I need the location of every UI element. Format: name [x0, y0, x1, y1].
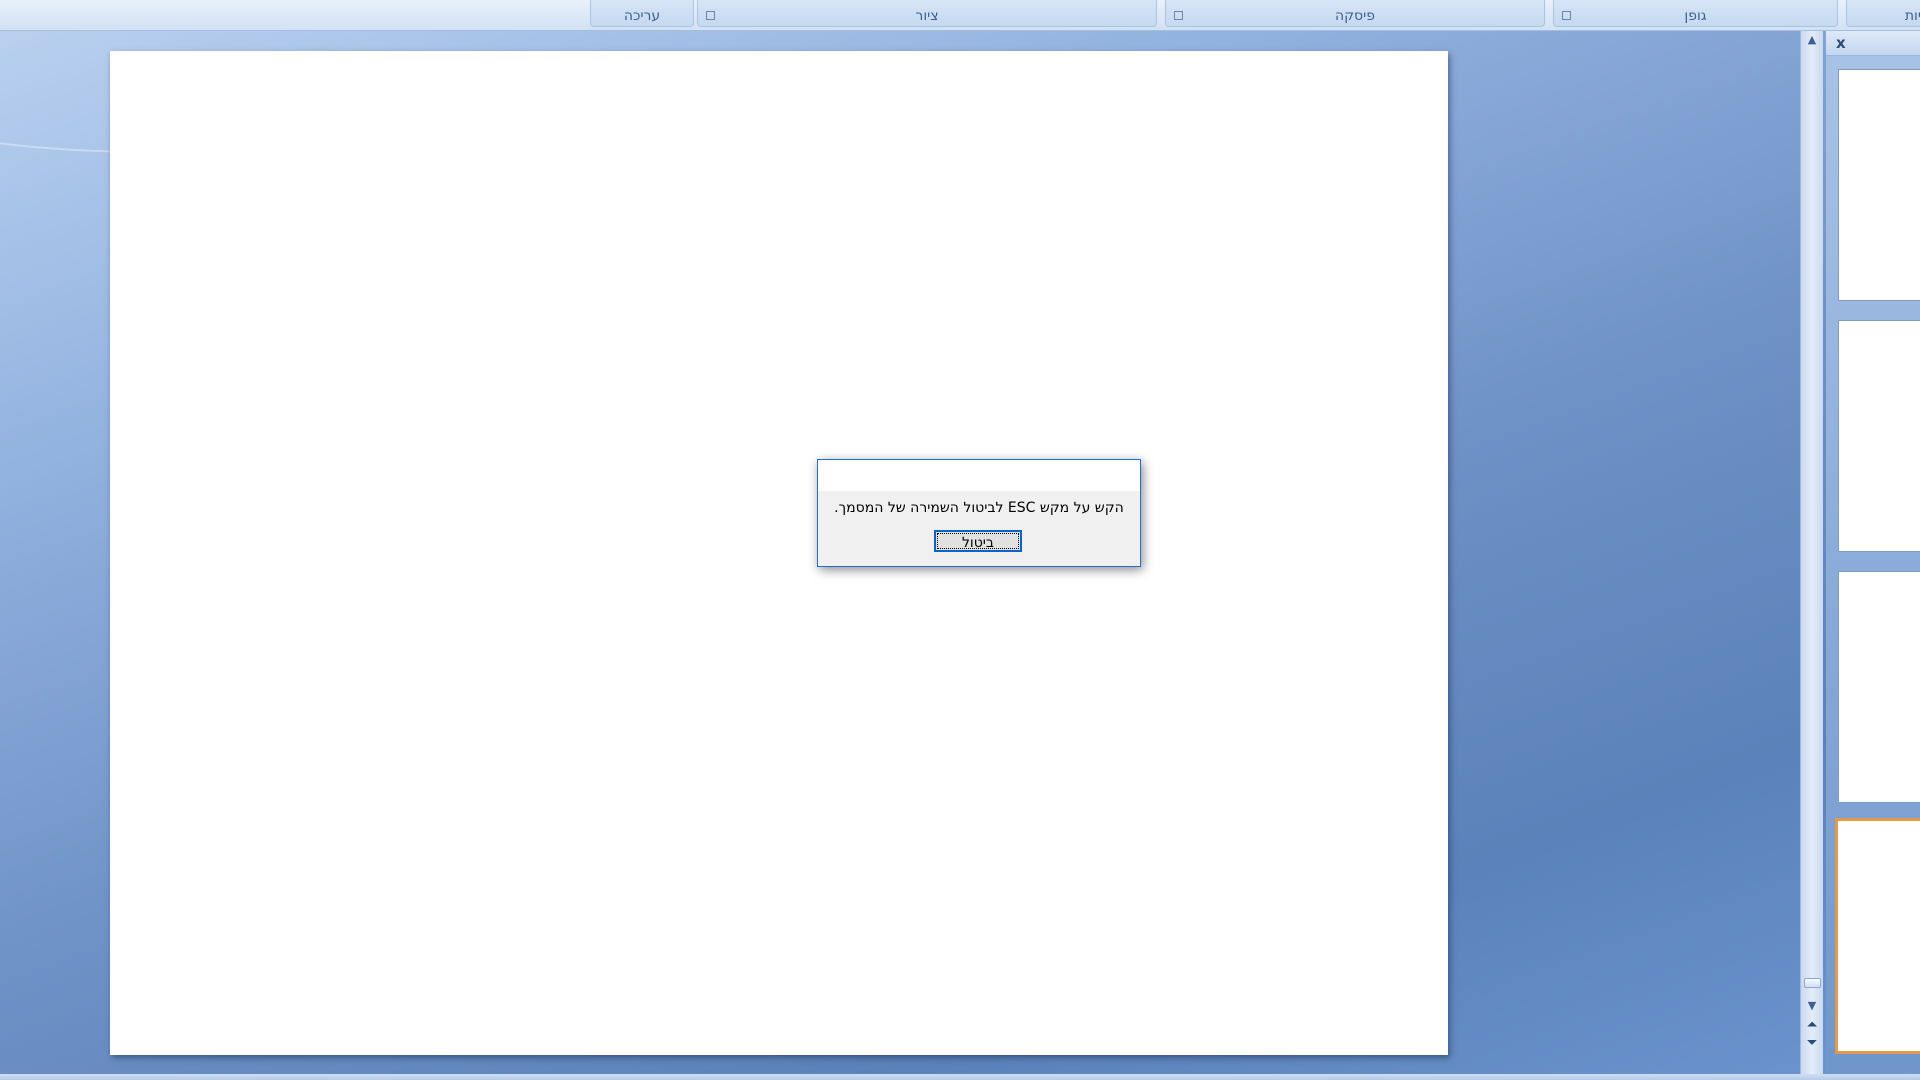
scroll-down-arrow-icon[interactable]: ▼ — [1801, 997, 1823, 1015]
dialog-message: הקש על מקש ESC לביטול השמירה של המסמך. — [834, 500, 1124, 516]
scroll-up-arrow-icon[interactable]: ▲ — [1801, 31, 1823, 49]
slide-thumbnail-4-selected[interactable] — [1835, 818, 1920, 1054]
close-pane-icon[interactable]: x — [1836, 34, 1846, 52]
scrollbar-thumb[interactable] — [1804, 978, 1821, 988]
status-bar-edge — [0, 1074, 1920, 1080]
slide-thumbnail-3[interactable] — [1838, 571, 1920, 803]
save-cancel-dialog: הקש על מקש ESC לביטול השמירה של המסמך. ב… — [817, 459, 1141, 567]
cancel-button[interactable]: ביטול — [934, 530, 1022, 552]
pane-header: x — [1826, 31, 1920, 56]
next-slide-icon[interactable]: ⏷ — [1801, 1034, 1823, 1050]
ribbon-group-drawing-label: ציור — [915, 8, 939, 24]
slide-thumbnail-2[interactable] — [1838, 320, 1920, 552]
ribbon-group-paragraph[interactable]: פיסקה — [1165, 0, 1545, 27]
ribbon-group-styles-label: יות — [1904, 8, 1920, 24]
slide-thumbnail-pane: x — [1826, 31, 1920, 1080]
dialog-titlebar — [818, 460, 1140, 491]
ribbon-group-font[interactable]: גופן — [1553, 0, 1838, 27]
ribbon-group-paragraph-label: פיסקה — [1334, 8, 1376, 24]
slide-thumbnail-1[interactable] — [1838, 69, 1920, 301]
ribbon: עריכה ציור פיסקה גופן יות — [0, 0, 1920, 31]
ribbon-group-styles[interactable]: יות — [1846, 0, 1920, 27]
previous-slide-icon[interactable]: ⏶ — [1801, 1016, 1823, 1032]
vertical-scrollbar[interactable]: ▲ ▼ ⏶ ⏷ — [1800, 31, 1823, 1080]
ribbon-group-font-label: גופן — [1684, 8, 1707, 24]
ribbon-group-drawing[interactable]: ציור — [697, 0, 1157, 27]
ribbon-group-editing-label: עריכה — [623, 8, 661, 24]
ribbon-group-editing[interactable]: עריכה — [590, 0, 694, 27]
slide-canvas[interactable] — [110, 51, 1448, 1055]
